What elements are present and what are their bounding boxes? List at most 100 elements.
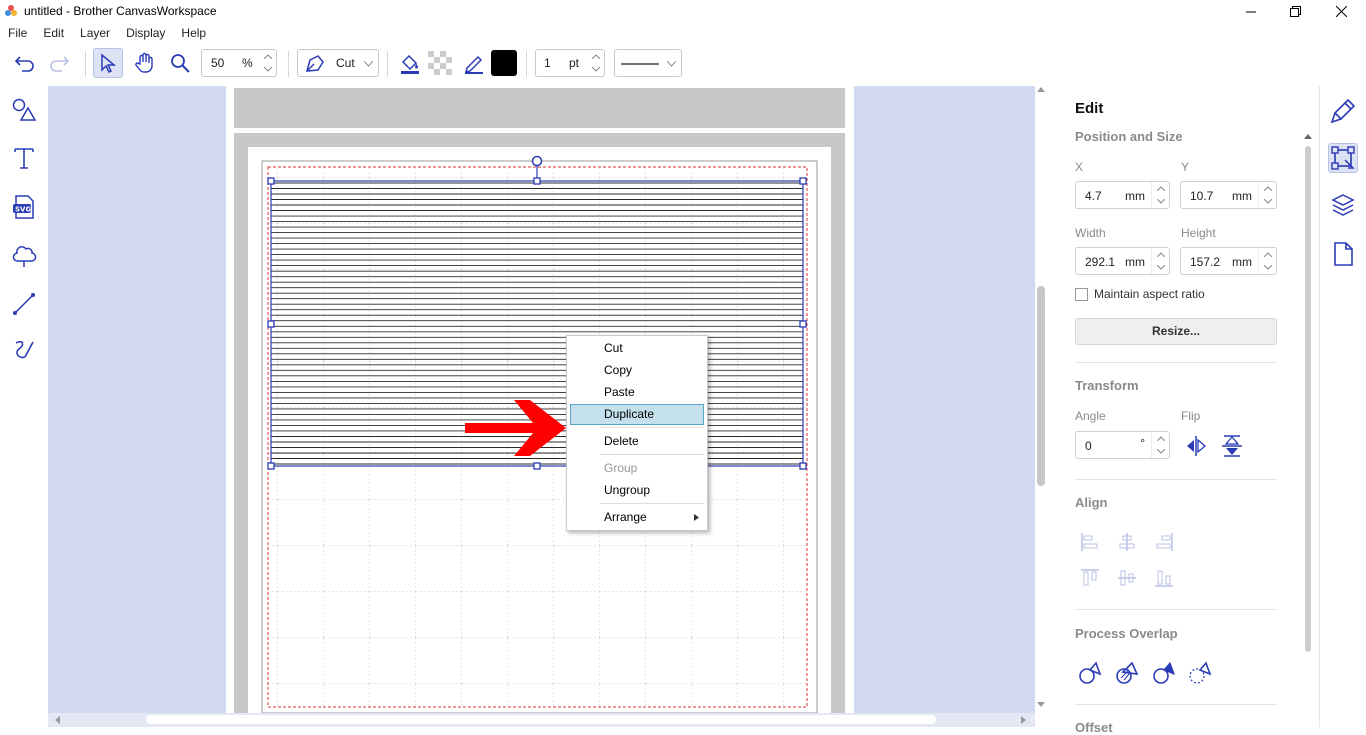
align-center-button[interactable] [1114, 529, 1140, 555]
ctx-duplicate[interactable]: Duplicate [570, 404, 704, 425]
cloud-shape-button[interactable] [9, 241, 39, 271]
canvas-drawing[interactable] [48, 86, 1035, 713]
ctx-copy[interactable]: Copy [570, 360, 704, 381]
width-unit: mm [1125, 255, 1145, 269]
weld-button[interactable] [1077, 660, 1103, 686]
black-swatch [491, 50, 517, 76]
ctx-arrange[interactable]: Arrange [570, 507, 704, 528]
align-bottom-button[interactable] [1151, 565, 1177, 591]
stroke-width-input[interactable]: 1 pt [535, 49, 605, 77]
line-tool-button[interactable] [9, 289, 39, 319]
menu-layer[interactable]: Layer [72, 23, 118, 43]
ctx-separator [600, 427, 704, 428]
ctx-cut[interactable]: Cut [570, 338, 704, 359]
y-field[interactable]: 10.7 mm [1180, 181, 1277, 209]
menu-display[interactable]: Display [118, 23, 173, 43]
x-unit: mm [1125, 189, 1145, 203]
align-left-button[interactable] [1077, 529, 1103, 555]
restore-button[interactable] [1272, 0, 1318, 23]
text-icon [14, 148, 34, 169]
ctx-delete[interactable]: Delete [570, 431, 704, 452]
ctx-group: Group [604, 461, 638, 475]
right-tab-bar [1319, 86, 1366, 727]
resize-button[interactable]: Resize... [1075, 318, 1277, 345]
line-mode-select[interactable]: Cut [297, 49, 379, 77]
canvas-area[interactable] [48, 86, 1035, 713]
align-middle-icon [1118, 570, 1136, 586]
tab-edit[interactable] [1328, 143, 1358, 173]
submenu-arrow-icon [694, 514, 699, 521]
stroke-width-spinner[interactable] [588, 50, 604, 76]
horizontal-scrollbar[interactable] [48, 713, 1035, 727]
flip-vertical-button[interactable] [1219, 433, 1245, 459]
stroke-color-button[interactable] [459, 48, 489, 78]
height-field[interactable]: 157.2 mm [1180, 247, 1277, 275]
freehand-tool-button[interactable] [9, 335, 39, 365]
undo-button[interactable] [10, 48, 40, 78]
svg-import-icon: SVG [13, 195, 34, 219]
flip-horizontal-button[interactable] [1183, 433, 1209, 459]
tab-paint[interactable] [1328, 96, 1358, 126]
align-right-button[interactable] [1151, 529, 1177, 555]
edit-transform-icon [1331, 146, 1355, 170]
minimize-button[interactable] [1228, 0, 1274, 23]
flip-vertical-icon [1222, 435, 1242, 457]
tab-page[interactable] [1328, 239, 1358, 269]
trim-button[interactable] [1151, 660, 1177, 686]
height-label: Height [1181, 226, 1216, 240]
stroke-color-swatch[interactable] [489, 48, 519, 78]
page-icon [1334, 242, 1353, 266]
intersect-button[interactable] [1187, 660, 1213, 686]
height-spinner[interactable] [1258, 248, 1276, 274]
line-tool-icon [13, 293, 35, 315]
chevron-up-icon [1156, 252, 1165, 257]
zoom-spinner[interactable] [260, 50, 276, 76]
menu-edit[interactable]: Edit [35, 23, 72, 43]
horizontal-scroll-thumb [146, 715, 936, 724]
y-value: 10.7 [1190, 189, 1214, 203]
menu-help[interactable]: Help [173, 23, 214, 43]
zoom-input[interactable]: 50 % [201, 49, 277, 77]
ctx-paste[interactable]: Paste [570, 382, 704, 403]
width-label: Width [1075, 226, 1106, 240]
minimize-icon [1246, 11, 1256, 12]
aspect-ratio-checkbox[interactable] [1075, 288, 1088, 301]
align-right-icon [1156, 533, 1173, 551]
fill-color-button[interactable] [395, 48, 425, 78]
pan-tool-button[interactable] [130, 48, 160, 78]
shapes-tool-button[interactable] [9, 95, 39, 125]
redo-button[interactable] [44, 48, 74, 78]
chevron-down-icon [1156, 199, 1165, 204]
aspect-ratio-label: Maintain aspect ratio [1094, 287, 1205, 301]
angle-spinner[interactable] [1151, 432, 1169, 458]
select-tool-button[interactable] [93, 48, 123, 78]
toolbar-separator [387, 51, 388, 77]
group-overlap-button[interactable] [1114, 660, 1140, 686]
close-button[interactable] [1318, 0, 1364, 23]
zoom-tool-button[interactable] [165, 48, 195, 78]
align-middle-button[interactable] [1114, 565, 1140, 591]
magnifier-icon [171, 54, 190, 73]
weld-icon [1079, 661, 1102, 684]
x-field[interactable]: 4.7 mm [1075, 181, 1170, 209]
panel-scrollbar[interactable] [1303, 132, 1313, 662]
vertical-scrollbar[interactable] [1035, 86, 1047, 713]
line-style-select[interactable] [614, 49, 682, 77]
align-top-button[interactable] [1077, 565, 1103, 591]
fill-none-swatch[interactable] [425, 48, 455, 78]
svg-import-button[interactable]: SVG [9, 192, 39, 222]
width-spinner[interactable] [1151, 248, 1169, 274]
ctx-ungroup[interactable]: Ungroup [570, 480, 704, 501]
tab-layers[interactable] [1328, 190, 1358, 220]
stroke-width-value: 1 [544, 56, 551, 70]
angle-field[interactable]: 0 ° [1075, 431, 1170, 459]
menu-file[interactable]: File [0, 23, 35, 43]
toolbar-separator [288, 51, 289, 77]
shapes-icon [12, 98, 37, 121]
y-spinner[interactable] [1258, 182, 1276, 208]
text-tool-button[interactable] [9, 143, 39, 173]
layers-icon [1331, 194, 1355, 216]
angle-label: Angle [1075, 409, 1106, 423]
x-spinner[interactable] [1151, 182, 1169, 208]
width-field[interactable]: 292.1 mm [1075, 247, 1170, 275]
